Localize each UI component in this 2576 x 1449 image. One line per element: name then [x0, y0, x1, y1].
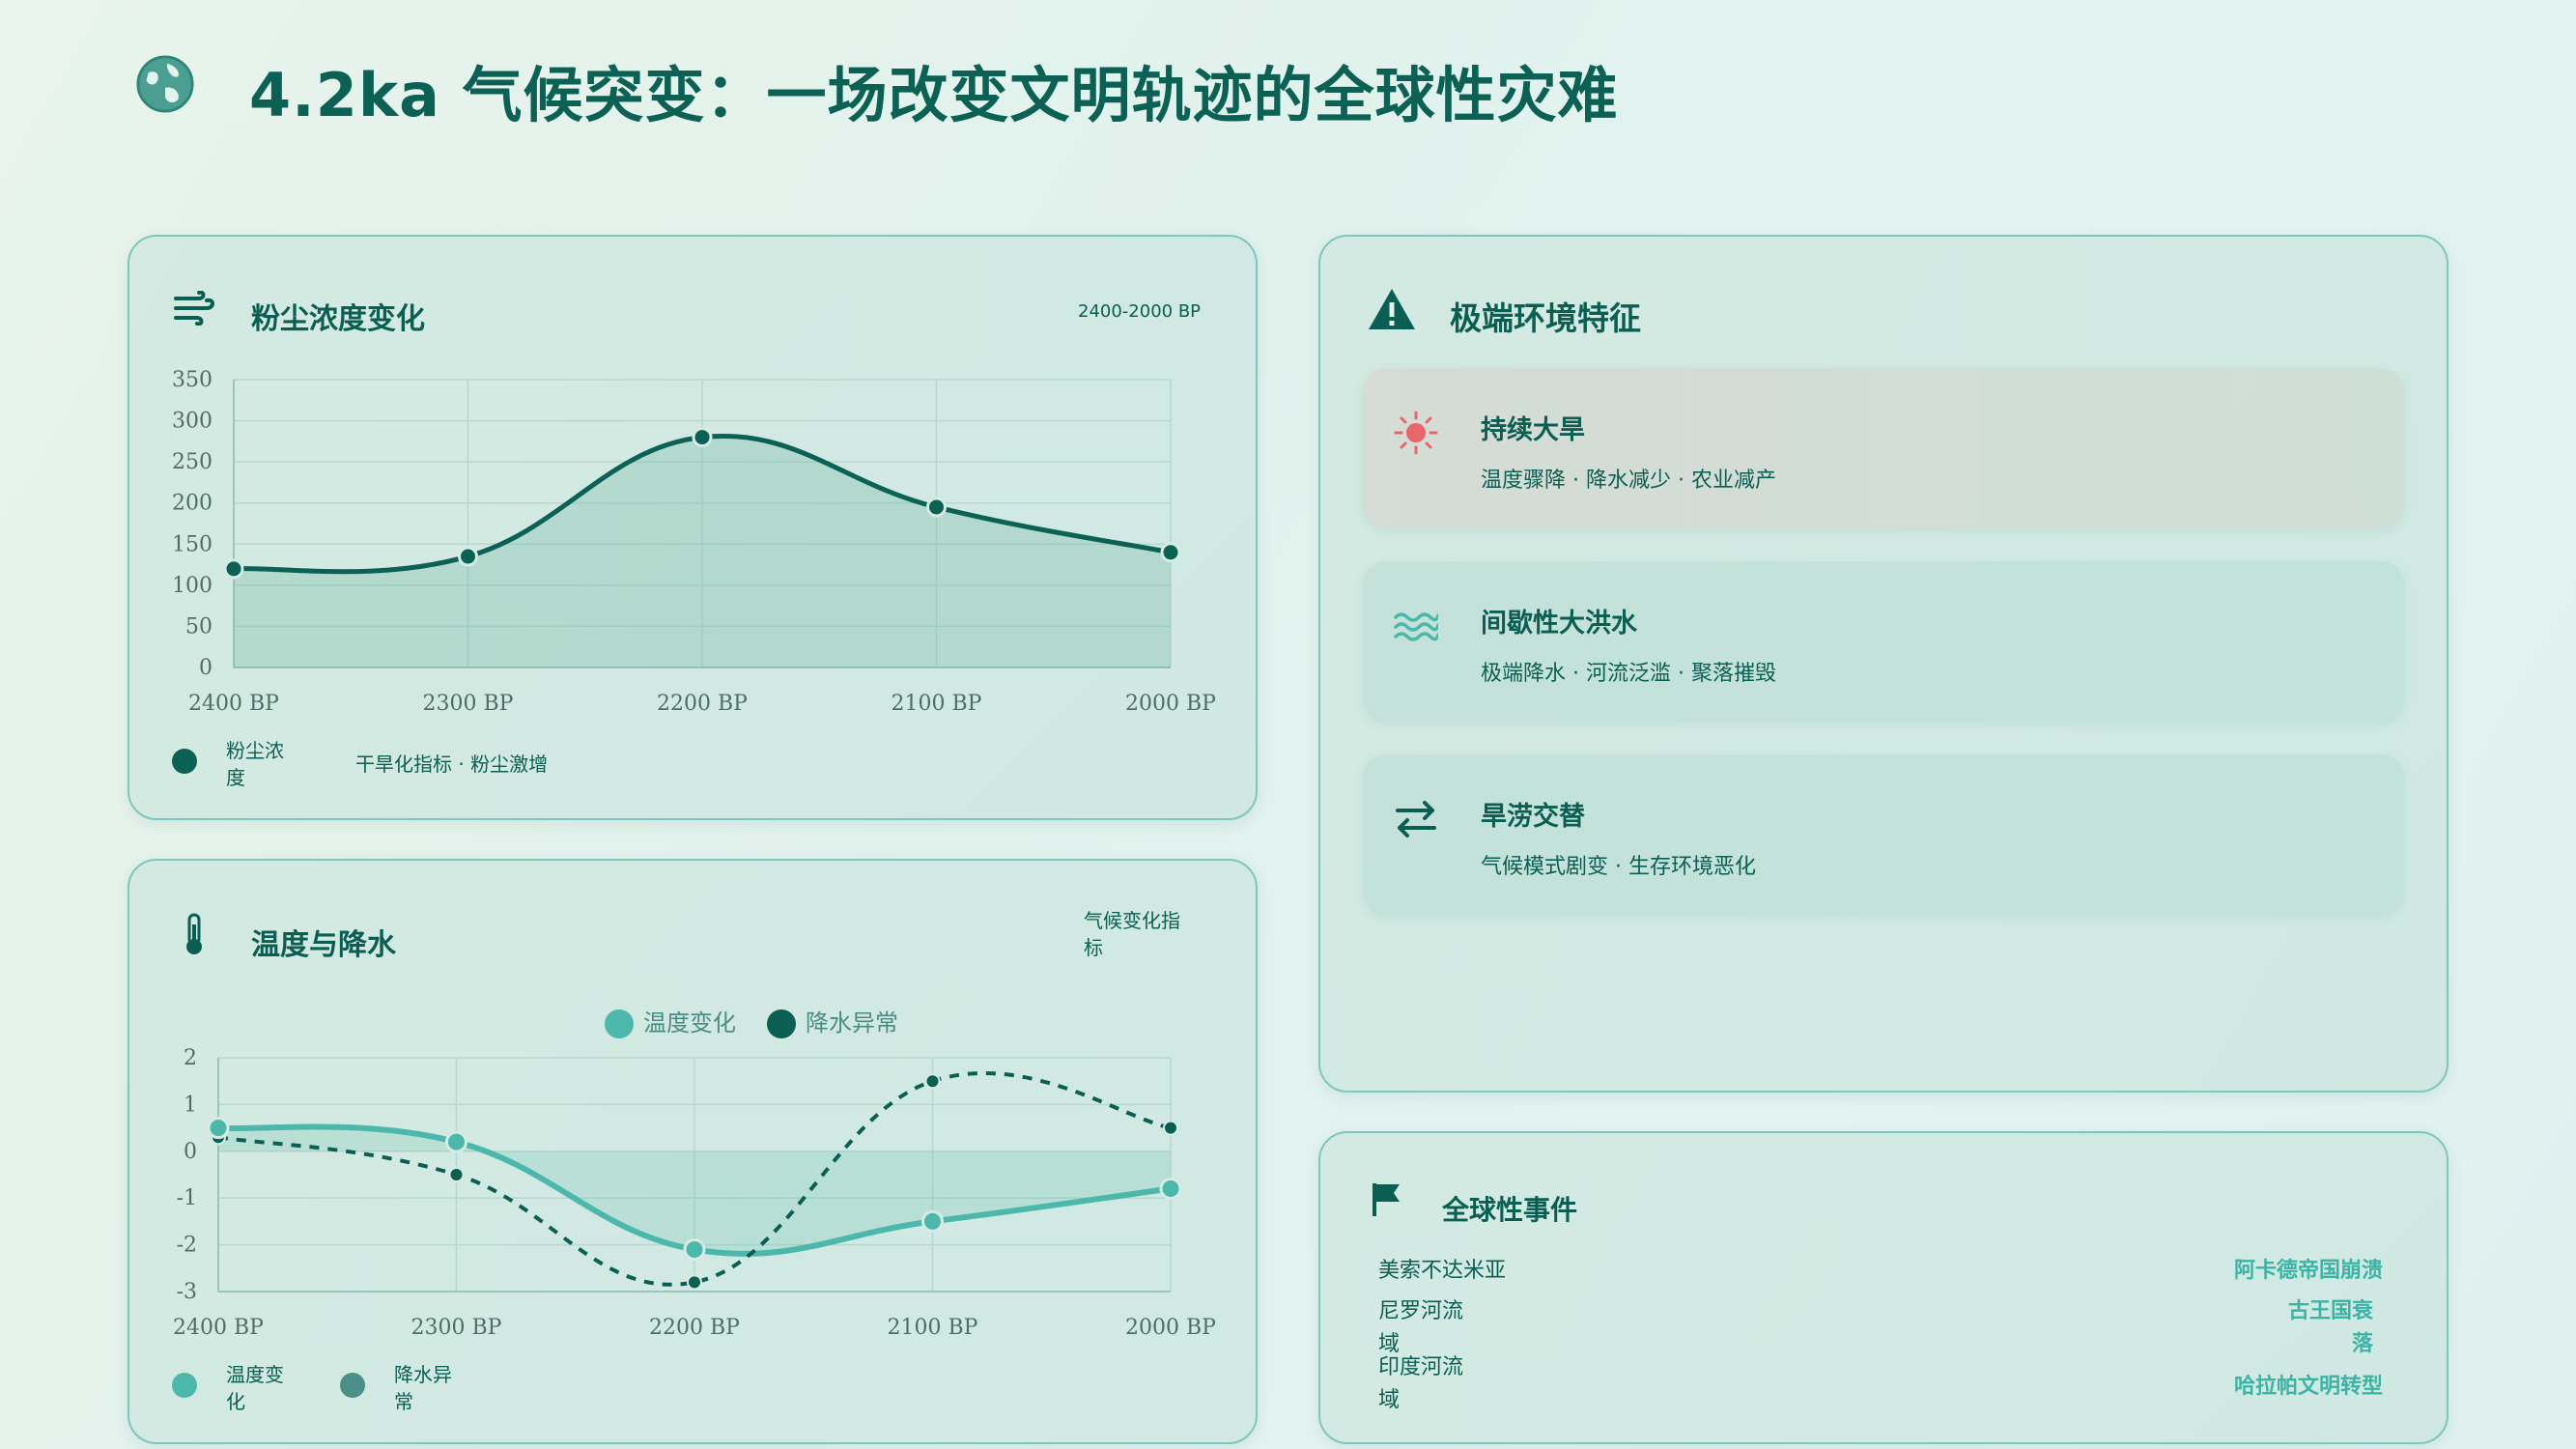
climate-x-tick-label: 2400 BP — [173, 1316, 264, 1340]
dust-y-tick-label: 200 — [172, 492, 212, 516]
precip-legend-label: 降水异常 — [394, 1363, 452, 1413]
feature-alternation-title: 旱涝交替 — [1481, 802, 1585, 832]
feature-flood-title: 间歇性大洪水 — [1481, 609, 1637, 639]
feature-flood-desc: 极端降水 · 河流泛滥 · 聚落摧毁 — [1481, 662, 1776, 686]
dust-y-tick-label: 250 — [172, 450, 212, 474]
dust-x-tick-label: 2000 BP — [1125, 692, 1216, 716]
extreme-card-title: 极端环境特征 — [1450, 299, 1641, 337]
precip-point — [1163, 1120, 1178, 1136]
water-waves-icon — [1394, 612, 1438, 641]
dust-area — [234, 436, 1171, 668]
climate-x-tick-label: 2100 BP — [888, 1316, 978, 1340]
dust-y-tick-label: 0 — [199, 656, 212, 680]
feature-drought-title: 持续大旱 — [1481, 415, 1585, 445]
dust-point — [223, 558, 244, 580]
climate-chart: -3 -2 -1 0 1 2 2400 BP 2300 BP 2200 BP 2100 BP 200… — [173, 1046, 1216, 1340]
flag-icon — [1373, 1183, 1400, 1216]
dust-x-tick-label: 2200 BP — [657, 692, 748, 716]
exchange-arrows-icon — [1396, 801, 1436, 838]
event-region-1: 美索不达米亚 — [1378, 1259, 1507, 1283]
climate-y-tick-label: -1 — [177, 1186, 197, 1210]
event-outcome-1: 阿卡德帝国崩溃 — [2233, 1259, 2383, 1283]
climate-y-tick-label: 2 — [184, 1046, 197, 1070]
warning-triangle-icon — [1369, 289, 1415, 329]
feature-alternation-desc: 气候模式剧变 · 生存环境恶化 — [1481, 855, 1756, 879]
temp-point — [207, 1117, 230, 1140]
climate-y-tick-label: 1 — [184, 1093, 197, 1117]
feature-flood: 间歇性大洪水 极端降水 · 河流泛滥 · 聚落摧毁 — [1363, 561, 2404, 722]
dust-y-tick-label: 150 — [172, 532, 212, 556]
dust-x-tick-label: 2100 BP — [892, 692, 982, 716]
climate-x-tick-label: 2000 BP — [1125, 1316, 1216, 1340]
feature-drought: 持续大旱 温度骤降 · 降水减少 · 农业减产 — [1363, 368, 2404, 528]
climate-y-tick-label: -3 — [177, 1280, 197, 1304]
precip-point — [448, 1167, 465, 1182]
event-outcome-2: 古王国衰落 — [2287, 1299, 2373, 1356]
dust-y-tick-label: 100 — [172, 574, 212, 598]
climate-x-tick-label: 2300 BP — [411, 1316, 502, 1340]
temp-point — [445, 1130, 467, 1153]
extreme-features-card: 极端环境特征 持续大旱 温度骤降 · 降水减少 · 农业减产 间歇性大洪水 极端… — [1318, 235, 2449, 1093]
events-card-title: 全球性事件 — [1442, 1194, 1578, 1226]
climate-chart-card: 温度与降水 气候变化指标 温度变化 降水异常 -3 -2 -1 0 1 2 2400 BP 2… — [127, 859, 1258, 1444]
event-outcome-3: 哈拉帕文明转型 — [2233, 1375, 2383, 1399]
dust-legend-label: 粉尘浓度 — [226, 739, 284, 789]
temp-point — [683, 1237, 706, 1261]
dust-point — [458, 546, 478, 567]
dust-point — [1160, 542, 1181, 563]
dust-y-tick-label: 350 — [172, 368, 212, 392]
dust-y-tick-label: 300 — [172, 410, 212, 434]
climate-y-tick-label: -2 — [177, 1234, 197, 1258]
temp-point — [1159, 1178, 1182, 1201]
temp-legend-label: 温度变化 — [226, 1363, 284, 1413]
dust-x-tick-label: 2400 BP — [188, 692, 279, 716]
global-events-card: 全球性事件 美索不达米亚 尼罗河流域 印度河流域 阿卡德帝国崩溃 古王国衰落 哈… — [1318, 1131, 2449, 1444]
dust-y-tick-label: 50 — [185, 614, 212, 639]
dust-legend-dot — [172, 749, 197, 774]
precip-legend-dot — [340, 1373, 365, 1398]
precip-point — [924, 1073, 941, 1090]
event-region-3: 印度河流域 — [1378, 1355, 1464, 1412]
dust-chart-card: 粉尘浓度变化 2400-2000 BP 0 50 100 150 200 250 300 35… — [127, 235, 1258, 820]
dust-point — [692, 427, 713, 448]
page-title: 4.2ka 气候突变：一场改变文明轨迹的全球性灾难 — [249, 60, 1619, 130]
climate-y-tick-label: 0 — [184, 1140, 197, 1164]
dust-legend-note: 干旱化指标 · 粉尘激增 — [355, 753, 549, 776]
feature-drought-desc: 温度骤降 · 降水减少 · 农业减产 — [1481, 469, 1776, 493]
sun-icon — [1394, 411, 1438, 455]
temp-point — [921, 1209, 944, 1233]
feature-alternation: 旱涝交替 气候模式剧变 · 生存环境恶化 — [1363, 754, 2404, 915]
dust-x-tick-label: 2300 BP — [423, 692, 514, 716]
dust-chart: 0 50 100 150 200 250 300 350 2400 BP 2300 BP 2200 … — [172, 368, 1216, 716]
globe-icon — [136, 55, 194, 113]
precip-point — [687, 1274, 702, 1291]
climate-x-tick-label: 2200 BP — [649, 1316, 740, 1340]
dust-point — [926, 497, 947, 518]
temp-legend-dot — [172, 1373, 197, 1398]
